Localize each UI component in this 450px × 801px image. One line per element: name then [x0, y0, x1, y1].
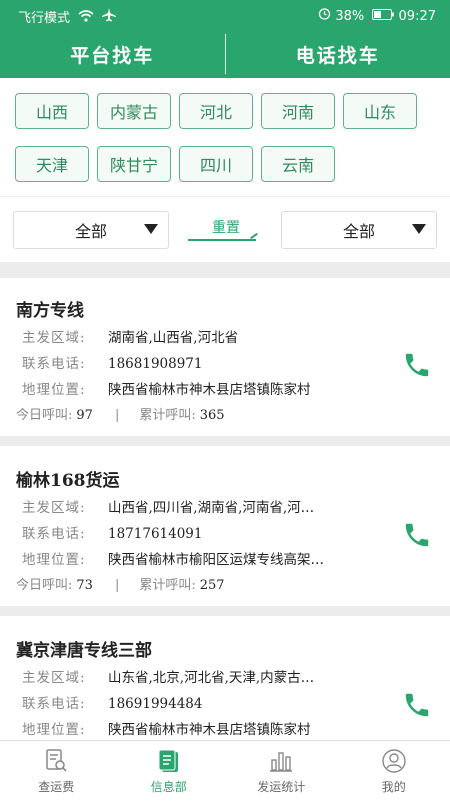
airplane-mode-text: 飞行模式	[18, 11, 70, 26]
dropdown-caret-icon	[144, 224, 158, 234]
user-icon	[381, 748, 407, 774]
phone-value: 18691994484	[108, 696, 202, 712]
battery-percent: 38%	[335, 9, 364, 24]
phone-label: 联系电话:	[22, 352, 108, 372]
tab-phone-search[interactable]: 电话找车	[226, 30, 450, 78]
destination-select-value: 全部	[343, 218, 375, 242]
destination-select[interactable]: 全部	[281, 211, 437, 249]
phone-call-icon[interactable]	[402, 690, 432, 720]
province-chip[interactable]: 河北	[179, 93, 253, 129]
address-value: 陕西省榆林市神木县店塔镇陈家村	[108, 722, 311, 738]
province-chip[interactable]: 山东	[343, 93, 417, 129]
today-calls-label: 今日呼叫:	[16, 408, 72, 423]
origin-select[interactable]: 全部	[13, 211, 169, 249]
province-chip[interactable]: 四川	[179, 146, 253, 182]
address-label: 地理位置:	[22, 718, 108, 738]
nav-label: 信息部	[151, 778, 187, 795]
area-label: 主发区域:	[22, 326, 108, 346]
province-chip[interactable]: 云南	[261, 146, 335, 182]
today-calls-value: 97	[76, 408, 93, 423]
list-item[interactable]: 南方专线 主发区域:湖南省,山西省,河北省 联系电话:18681908971 地…	[0, 278, 450, 436]
section-gap	[0, 262, 450, 278]
area-value: 山西省,四川省,湖南省,河南省,河…	[108, 500, 314, 516]
address-value: 陕西省榆林市神木县店塔镇陈家村	[108, 382, 311, 398]
total-calls-value: 257	[200, 578, 225, 593]
province-chip[interactable]: 天津	[15, 146, 89, 182]
filter-row: 全部 重置 全部	[0, 196, 450, 263]
today-calls-label: 今日呼叫:	[16, 578, 72, 593]
section-gap	[0, 436, 450, 446]
bottom-nav: 查运费 信息部 发运统计 我的	[0, 740, 450, 801]
nav-freight-query[interactable]: 查运费	[0, 741, 113, 801]
nav-profile[interactable]: 我的	[338, 741, 450, 801]
tab-platform-search[interactable]: 平台找车	[0, 30, 225, 78]
reset-button[interactable]: 重置	[190, 217, 262, 237]
province-chip[interactable]: 山西	[15, 93, 89, 129]
phone-label: 联系电话:	[22, 692, 108, 712]
total-calls-value: 365	[200, 408, 225, 423]
today-calls-value: 73	[76, 578, 93, 593]
stat-divider: |	[115, 578, 119, 593]
wifi-icon	[78, 10, 94, 26]
total-calls-label: 累计呼叫:	[139, 578, 195, 593]
nav-label: 我的	[382, 778, 406, 795]
company-name: 冀京津唐专线三部	[16, 636, 152, 661]
province-chip[interactable]: 河南	[261, 93, 335, 129]
bar-chart-icon	[268, 748, 294, 774]
area-value: 湖南省,山西省,河北省	[108, 330, 238, 346]
dropdown-caret-icon	[412, 224, 426, 234]
phone-value: 18717614091	[108, 526, 202, 542]
clock: 09:27	[399, 9, 436, 24]
address-label: 地理位置:	[22, 378, 108, 398]
phone-call-icon[interactable]	[402, 350, 432, 380]
document-search-icon	[43, 748, 69, 774]
phone-value: 18681908971	[108, 356, 202, 372]
nav-label: 发运统计	[257, 778, 305, 795]
stat-divider: |	[115, 408, 119, 423]
province-chip[interactable]: 陕甘宁	[97, 146, 171, 182]
area-label: 主发区域:	[22, 496, 108, 516]
origin-select-value: 全部	[75, 218, 107, 242]
address-value: 陕西省榆林市榆阳区运煤专线高架…	[108, 552, 324, 568]
province-filter: 山西 内蒙古 河北 河南 山东 天津 陕甘宁 四川 云南	[0, 78, 450, 186]
top-tabs: 平台找车 电话找车	[0, 30, 450, 78]
section-gap	[0, 606, 450, 616]
area-value: 山东省,北京,河北省,天津,内蒙古…	[108, 670, 314, 686]
nav-label: 查运费	[38, 778, 74, 795]
battery-icon	[372, 9, 394, 24]
nav-shipping-stats[interactable]: 发运统计	[225, 741, 338, 801]
address-label: 地理位置:	[22, 548, 108, 568]
airplane-icon	[102, 8, 116, 26]
company-name: 榆林168货运	[16, 466, 120, 491]
phone-call-icon[interactable]	[402, 520, 432, 550]
list-item[interactable]: 榆林168货运 主发区域:山西省,四川省,湖南省,河南省,河… 联系电话:187…	[0, 446, 450, 606]
province-chip[interactable]: 内蒙古	[97, 93, 171, 129]
alarm-icon	[318, 7, 331, 24]
total-calls-label: 累计呼叫:	[139, 408, 195, 423]
company-name: 南方专线	[16, 296, 84, 321]
list-item[interactable]: 冀京津唐专线三部 主发区域:山东省,北京,河北省,天津,内蒙古… 联系电话:18…	[0, 616, 450, 740]
area-label: 主发区域:	[22, 666, 108, 686]
reset-arrow-icon	[188, 239, 256, 241]
nav-info-department[interactable]: 信息部	[113, 741, 226, 801]
document-icon	[156, 748, 182, 774]
phone-label: 联系电话:	[22, 522, 108, 542]
status-bar: 飞行模式 38% 09:27	[0, 0, 450, 30]
